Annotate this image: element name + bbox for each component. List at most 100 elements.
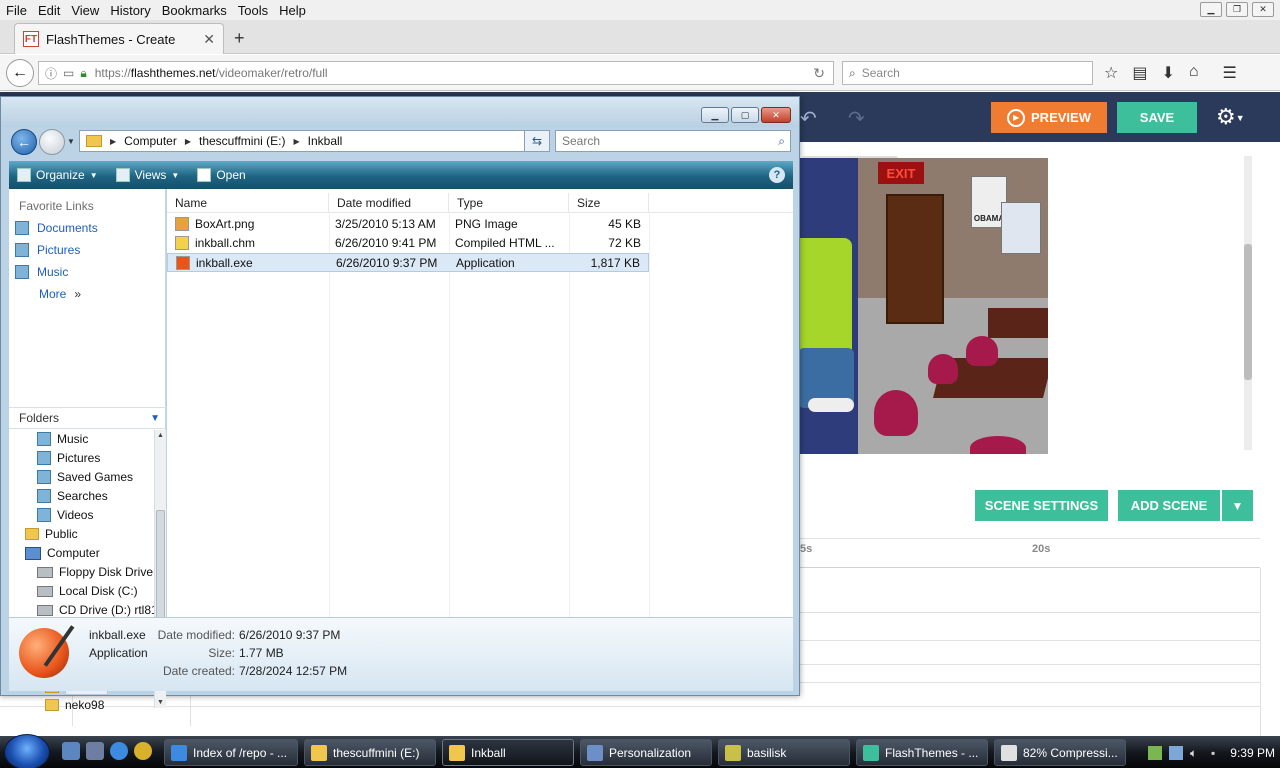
back-button[interactable]: ← bbox=[11, 129, 37, 155]
close-icon[interactable]: ✕ bbox=[1252, 2, 1274, 17]
explorer-window[interactable]: ▁ ▢ ✕ ← ▼ ▶ Computer ▶ thescuffmini (E:)… bbox=[0, 96, 800, 712]
scene-canvas[interactable]: EXIT OBAMA bbox=[798, 158, 1048, 454]
folder-tree-item[interactable]: neko98 bbox=[45, 698, 104, 712]
menu-edit[interactable]: Edit bbox=[32, 3, 65, 18]
reading-list-icon[interactable]: ▤ bbox=[1132, 63, 1147, 83]
organize-button[interactable]: Organize ▼ bbox=[17, 168, 98, 182]
menu-history[interactable]: History bbox=[104, 3, 155, 18]
taskbar-button-7zip[interactable]: 82% Compressi... bbox=[994, 739, 1126, 766]
menu-tools[interactable]: Tools bbox=[232, 3, 273, 18]
menu-file[interactable]: File bbox=[0, 3, 32, 18]
info-icon[interactable]: ⓘ bbox=[45, 65, 57, 82]
column-header-size[interactable]: Size bbox=[569, 193, 649, 213]
folder-tree-item[interactable]: Local Disk (C:) bbox=[37, 584, 138, 598]
preview-button[interactable]: ▶ PREVIEW bbox=[991, 102, 1107, 133]
reload-icon[interactable]: ↻ bbox=[813, 65, 825, 82]
column-header-date-modified[interactable]: Date modified bbox=[329, 193, 449, 213]
explorer-search-input[interactable]: Search ⌕ bbox=[555, 130, 791, 152]
search-icon[interactable]: ⌕ bbox=[778, 134, 785, 149]
back-button[interactable]: ← bbox=[6, 59, 34, 87]
scroll-down-icon[interactable]: ▼ bbox=[157, 699, 164, 706]
new-tab-icon[interactable]: + bbox=[234, 28, 245, 49]
file-row[interactable]: inkball.chm 6/26/2010 9:41 PM Compiled HTM… bbox=[167, 234, 649, 253]
forward-button[interactable] bbox=[39, 129, 65, 155]
character-torso[interactable] bbox=[798, 238, 852, 358]
redo-icon[interactable]: ↷ bbox=[848, 106, 865, 131]
refresh-icon[interactable]: ⇆ bbox=[524, 130, 550, 152]
browser-tab[interactable]: FT FlashThemes - Create ✕ bbox=[14, 23, 224, 54]
folder-tree-item[interactable]: Pictures bbox=[37, 451, 100, 465]
menu-view[interactable]: View bbox=[65, 3, 104, 18]
taskbar-button-basilisk[interactable]: basilisk bbox=[718, 739, 850, 766]
home-icon[interactable]: ⌂ bbox=[1189, 63, 1199, 83]
breadcrumb-item[interactable]: thescuffmini (E:) bbox=[199, 134, 285, 148]
breadcrumb-separator-icon[interactable]: ▶ bbox=[293, 137, 299, 146]
open-button[interactable]: Open bbox=[197, 168, 246, 182]
taskbar-button-inkball[interactable]: Inkball bbox=[442, 739, 574, 766]
folders-header[interactable]: Folders ▼ bbox=[9, 407, 166, 429]
taskbar-button-explorer-e[interactable]: thescuffmini (E:) bbox=[304, 739, 436, 766]
column-header-type[interactable]: Type bbox=[449, 193, 569, 213]
folder-tree-item[interactable]: Videos bbox=[37, 508, 93, 522]
taskbar-button-personalization[interactable]: Personalization bbox=[580, 739, 712, 766]
scene-settings-button[interactable]: SCENE SETTINGS bbox=[975, 490, 1108, 521]
views-button[interactable]: Views ▼ bbox=[115, 168, 179, 182]
folder-tree-item[interactable]: CD Drive (D:) rtl813 bbox=[37, 603, 154, 617]
menu-help[interactable]: Help bbox=[273, 3, 311, 18]
start-orb-icon[interactable] bbox=[4, 734, 50, 768]
file-row[interactable]: inkball.exe 6/26/2010 9:37 PM Application 1… bbox=[167, 253, 649, 272]
tray-app-icon[interactable] bbox=[1148, 745, 1162, 760]
column-header-name[interactable]: Name bbox=[167, 193, 329, 213]
favorite-link-pictures[interactable]: Pictures bbox=[15, 243, 80, 257]
folder-tree-item[interactable]: Public bbox=[25, 527, 78, 541]
taskbar-button-flashthemes[interactable]: FlashThemes - ... bbox=[856, 739, 988, 766]
downloads-icon[interactable]: ⬇ bbox=[1161, 63, 1174, 83]
more-link[interactable]: More » bbox=[39, 287, 81, 301]
minimize-icon[interactable]: ▁ bbox=[701, 107, 729, 123]
breadcrumb-separator-icon[interactable]: ▶ bbox=[185, 137, 191, 146]
scrollbar-thumb[interactable] bbox=[156, 510, 165, 626]
tray-overflow-icon[interactable]: ▪ bbox=[1211, 746, 1215, 760]
tab-close-icon[interactable]: ✕ bbox=[203, 31, 215, 48]
menu-bookmarks[interactable]: Bookmarks bbox=[156, 3, 232, 18]
folder-tree-item[interactable]: Computer bbox=[25, 546, 100, 560]
show-desktop-icon[interactable] bbox=[62, 742, 80, 760]
scroll-up-icon[interactable]: ▲ bbox=[157, 432, 164, 439]
minimize-icon[interactable]: ▁ bbox=[1200, 2, 1222, 17]
folder-tree-item[interactable]: Music bbox=[37, 432, 88, 446]
breadcrumb-item[interactable]: Computer bbox=[124, 134, 177, 148]
clock[interactable]: 9:39 PM bbox=[1230, 746, 1275, 760]
chrome-icon[interactable] bbox=[134, 742, 152, 760]
stage-scrollbar-thumb[interactable] bbox=[1244, 244, 1252, 380]
help-icon[interactable]: ? bbox=[769, 167, 785, 183]
add-scene-button[interactable]: ADD SCENE bbox=[1118, 490, 1220, 521]
internet-explorer-icon[interactable] bbox=[110, 742, 128, 760]
network-icon[interactable] bbox=[1169, 745, 1183, 760]
undo-icon[interactable]: ↶ bbox=[800, 106, 817, 131]
url-bar[interactable]: ⓘ ▭ 🔒︎ https:// flashthemes.net /videoma… bbox=[38, 61, 834, 85]
browser-search-input[interactable]: ⌕ Search bbox=[842, 61, 1093, 85]
recent-pages-chevron-icon[interactable]: ▼ bbox=[67, 137, 75, 146]
close-icon[interactable]: ✕ bbox=[761, 107, 791, 123]
volume-icon[interactable]: 🔈︎ bbox=[1190, 746, 1204, 760]
folder-tree-item[interactable]: Searches bbox=[37, 489, 108, 503]
breadcrumb-separator-icon[interactable]: ▶ bbox=[110, 137, 116, 146]
folder-tree-item[interactable]: Floppy Disk Drive ( bbox=[37, 565, 154, 579]
stage-scrollbar[interactable] bbox=[1244, 156, 1252, 450]
hamburger-menu-icon[interactable]: ☰ bbox=[1223, 63, 1237, 83]
file-row[interactable]: BoxArt.png 3/25/2010 5:13 AM PNG Image 45 K… bbox=[167, 215, 649, 234]
save-button[interactable]: SAVE bbox=[1117, 102, 1197, 133]
switch-windows-icon[interactable] bbox=[86, 742, 104, 760]
favorite-link-music[interactable]: Music bbox=[15, 265, 68, 279]
breadcrumb-item[interactable]: Inkball bbox=[308, 134, 343, 148]
breadcrumb[interactable]: ▶ Computer ▶ thescuffmini (E:) ▶ Inkball… bbox=[79, 130, 549, 152]
maximize-icon[interactable]: ▢ bbox=[731, 107, 759, 123]
explorer-titlebar[interactable]: ▁ ▢ ✕ bbox=[1, 97, 799, 127]
favorite-link-documents[interactable]: Documents bbox=[15, 221, 98, 235]
bookmark-star-icon[interactable]: ☆ bbox=[1104, 63, 1118, 83]
taskbar-button-ie[interactable]: Index of /repo - ... bbox=[164, 739, 298, 766]
add-scene-dropdown-chevron-icon[interactable]: ▼ bbox=[1222, 490, 1253, 521]
settings-gear-icon[interactable]: ⚙▼ bbox=[1216, 104, 1245, 130]
folder-tree-item[interactable]: Saved Games bbox=[37, 470, 133, 484]
restore-icon[interactable]: ❐ bbox=[1226, 2, 1248, 17]
